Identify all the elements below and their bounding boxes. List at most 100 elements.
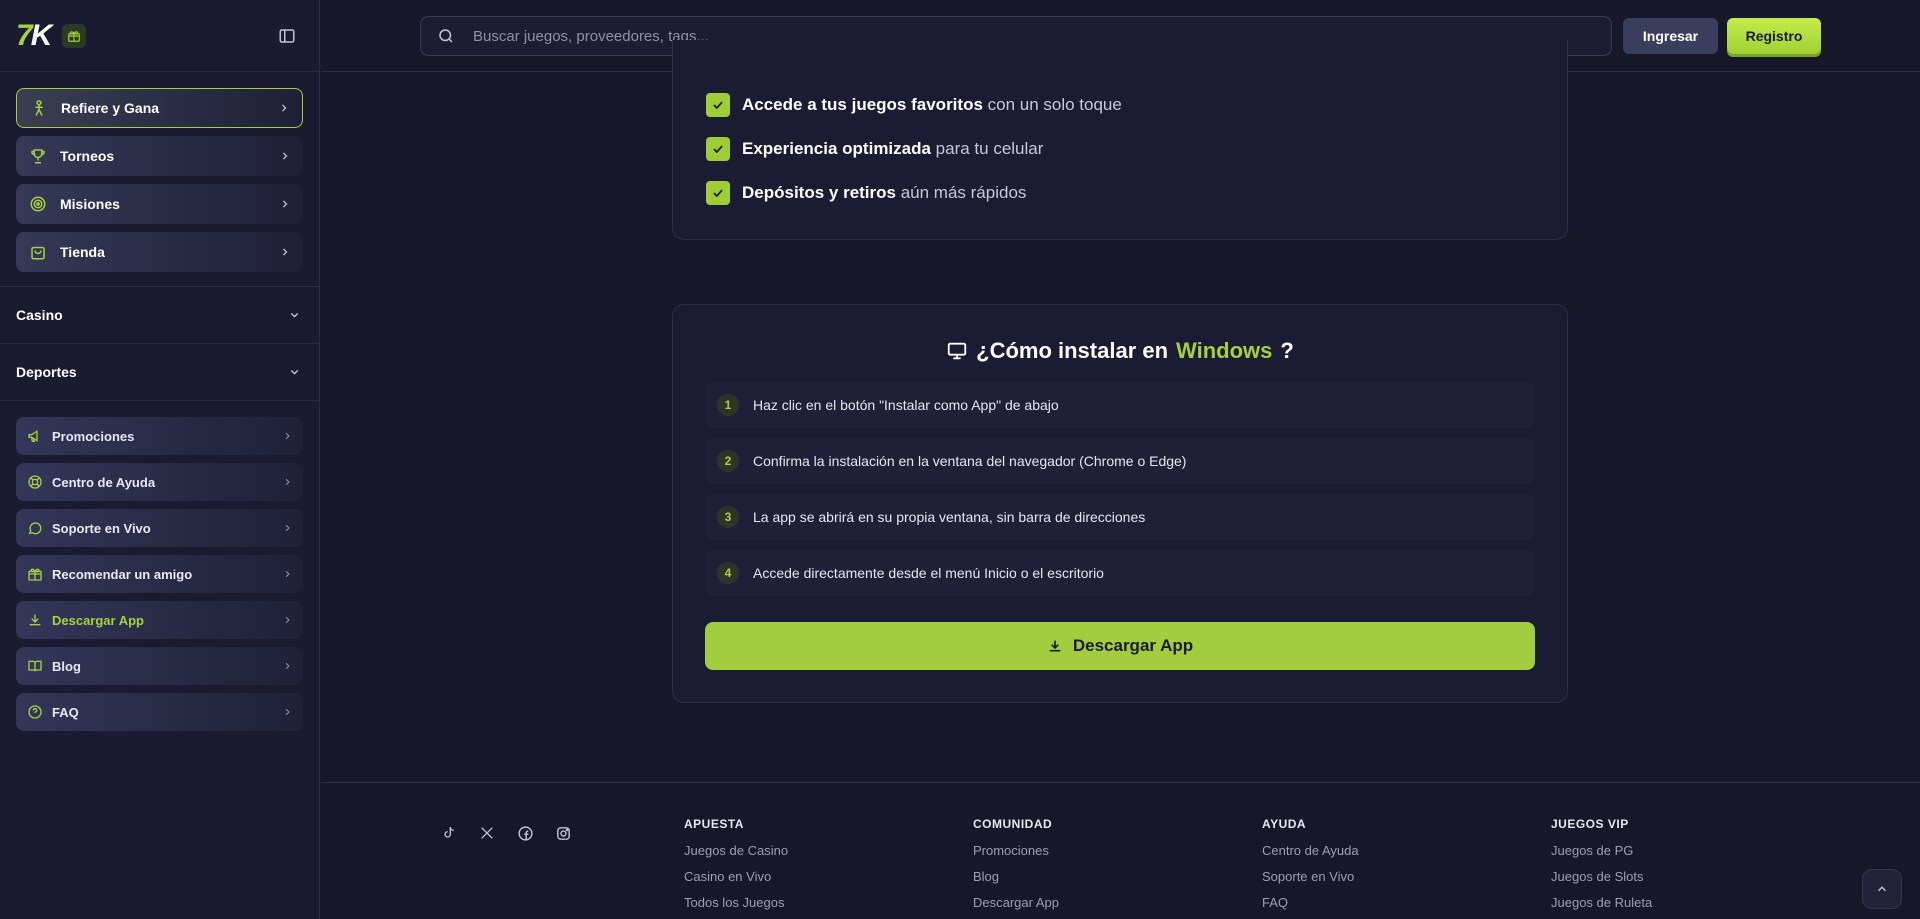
facebook-icon[interactable] — [515, 823, 535, 843]
benefits-card: Accede a tus juegos favoritos con un sol… — [672, 40, 1568, 240]
section-label: Casino — [16, 307, 63, 323]
sidebar-item-centro-de-ayuda[interactable]: Centro de Ayuda — [16, 463, 303, 501]
chevron-right-icon — [282, 569, 293, 580]
benefit-text: Accede a tus juegos favoritos con un sol… — [742, 95, 1122, 114]
megaphone-icon — [26, 427, 44, 445]
download-app-button[interactable]: Descargar App — [705, 622, 1535, 670]
chevron-down-icon — [288, 309, 301, 322]
sidebar-item-label: Centro de Ayuda — [52, 474, 156, 490]
check-icon — [706, 93, 730, 117]
brand-logo[interactable]: 7K — [16, 18, 52, 52]
chevron-down-icon — [288, 366, 301, 379]
sidebar-header: 7K — [0, 0, 319, 72]
footer-column-title: AYUDA — [1262, 817, 1307, 831]
footer-column-juegos-vip: JUEGOS VIP Juegos de PG Juegos de Slots … — [1551, 817, 1652, 919]
install-step: 3 La app se abrirá en su propia ventana,… — [705, 494, 1535, 540]
install-step: 2 Confirma la instalación en la ventana … — [705, 438, 1535, 484]
install-step: 1 Haz clic en el botón "Instalar como Ap… — [705, 382, 1535, 428]
sidebar-item-soporte-en-vivo[interactable]: Soporte en Vivo — [16, 509, 303, 547]
sidebar-item-label: Refiere y Gana — [61, 100, 160, 116]
sidebar-item-label: Misiones — [60, 196, 120, 212]
step-number: 2 — [717, 450, 739, 472]
step-number: 1 — [717, 394, 739, 416]
footer-link[interactable]: Juegos de Ruleta — [1551, 895, 1652, 910]
search-icon — [437, 27, 455, 45]
sidebar-item-misiones[interactable]: Misiones — [16, 184, 303, 224]
gift-icon[interactable] — [62, 23, 87, 48]
chevron-right-icon — [278, 102, 290, 114]
footer-link[interactable]: Soporte en Vivo — [1262, 869, 1359, 884]
chevron-right-icon — [282, 477, 293, 488]
lifebuoy-icon — [26, 473, 44, 491]
download-app-label: Descargar App — [1072, 636, 1194, 655]
question-circle-icon — [26, 703, 44, 721]
footer-link[interactable]: Centro de Ayuda — [1262, 843, 1359, 858]
sidebar-item-label: Soporte en Vivo — [52, 520, 151, 536]
footer-link[interactable]: Descargar App — [973, 895, 1059, 910]
sidebar-item-label: FAQ — [52, 704, 79, 720]
footer-column-title: JUEGOS VIP — [1551, 817, 1629, 831]
install-title: ¿Cómo instalar en Windows ? — [673, 338, 1567, 364]
login-button[interactable]: Ingresar — [1623, 18, 1718, 54]
chevron-right-icon — [282, 523, 293, 534]
step-text: Haz clic en el botón "Instalar como App"… — [753, 397, 1059, 413]
gift-icon — [26, 565, 44, 583]
sidebar-links: Promociones Centro de Ayuda Soporte en V… — [0, 401, 319, 755]
x-icon[interactable] — [477, 823, 497, 843]
footer-column-title: APUESTA — [684, 817, 744, 831]
chevron-right-icon — [282, 707, 293, 718]
benefit-text: Depósitos y retiros aún más rápidos — [742, 183, 1027, 202]
footer-link[interactable]: Blog — [973, 869, 1059, 884]
shopping-bag-icon — [28, 242, 48, 262]
sidebar-item-label: Descargar App — [52, 612, 144, 628]
footer-column-apuesta: APUESTA Juegos de Casino Casino en Vivo … — [684, 817, 788, 919]
sidebar-item-tienda[interactable]: Tienda — [16, 232, 303, 272]
instagram-icon[interactable] — [553, 823, 573, 843]
trophy-icon — [28, 146, 48, 166]
sidebar-collapse-icon[interactable] — [277, 26, 297, 46]
sidebar-item-recomendar-un-amigo[interactable]: Recomendar un amigo — [16, 555, 303, 593]
sidebar: 7K Refiere y Gana Torneos Misiones Tiend… — [0, 0, 320, 919]
check-icon — [706, 137, 730, 161]
benefit-text: Experiencia optimizada para tu celular — [742, 139, 1044, 158]
sidebar-item-faq[interactable]: FAQ — [16, 693, 303, 731]
chevron-right-icon — [282, 661, 293, 672]
footer-link[interactable]: Juegos de PG — [1551, 843, 1652, 858]
sidebar-item-label: Promociones — [52, 428, 135, 444]
footer-link[interactable]: Casino en Vivo — [684, 869, 788, 884]
footer-column-ayuda: AYUDA Centro de Ayuda Soporte en Vivo FA… — [1262, 817, 1359, 919]
chevron-right-icon — [279, 150, 291, 162]
featured-menu: Refiere y Gana Torneos Misiones Tienda — [0, 72, 319, 287]
step-text: Confirma la instalación en la ventana de… — [753, 453, 1187, 469]
footer-link[interactable]: Juegos de Casino — [684, 843, 788, 858]
sidebar-item-label: Torneos — [60, 148, 115, 164]
step-text: Accede directamente desde el menú Inicio… — [753, 565, 1104, 581]
sidebar-item-torneos[interactable]: Torneos — [16, 136, 303, 176]
sidebar-item-refiere-y-gana[interactable]: Refiere y Gana — [16, 88, 303, 128]
sidebar-section-casino[interactable]: Casino — [0, 287, 319, 344]
sidebar-item-blog[interactable]: Blog — [16, 647, 303, 685]
footer-link[interactable]: Promociones — [973, 843, 1059, 858]
sidebar-item-promociones[interactable]: Promociones — [16, 417, 303, 455]
platform-name: Windows — [1176, 338, 1273, 363]
check-icon — [706, 181, 730, 205]
download-icon — [26, 611, 44, 629]
install-instructions-card: ¿Cómo instalar en Windows ? 1 Haz clic e… — [672, 304, 1568, 703]
register-button[interactable]: Registro — [1727, 18, 1821, 54]
step-number: 4 — [717, 562, 739, 584]
sidebar-item-descargar-app[interactable]: Descargar App — [16, 601, 303, 639]
sidebar-section-deportes[interactable]: Deportes — [0, 344, 319, 401]
scroll-to-top-button[interactable] — [1862, 869, 1902, 909]
book-icon — [26, 657, 44, 675]
footer-link[interactable]: FAQ — [1262, 895, 1359, 910]
monitor-icon — [946, 340, 968, 362]
footer-link[interactable]: Juegos de Slots — [1551, 869, 1652, 884]
footer-link[interactable]: Todos los Juegos — [684, 895, 788, 910]
sidebar-item-label: Blog — [52, 658, 81, 674]
benefit-item: Experiencia optimizada para tu celular — [706, 137, 1043, 161]
social-links — [439, 823, 591, 843]
tiktok-icon[interactable] — [439, 823, 459, 843]
logo-text: 7K — [16, 18, 52, 52]
referral-icon — [29, 98, 49, 118]
chevron-right-icon — [279, 198, 291, 210]
